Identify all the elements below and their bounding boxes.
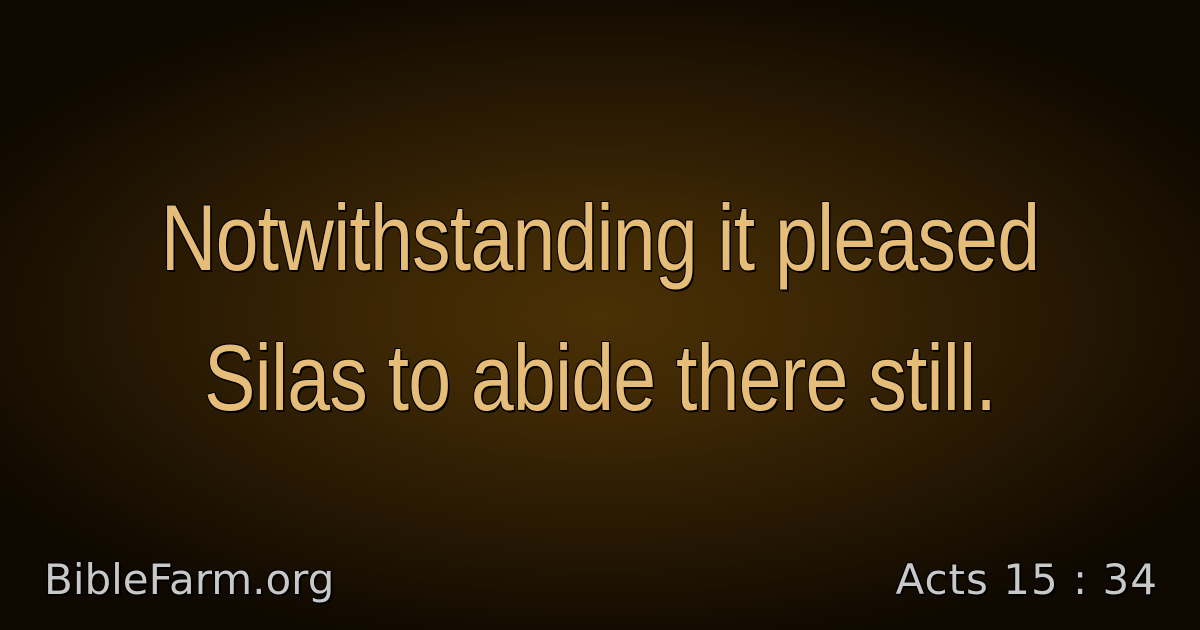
verse-line-2: Silas to abide there still.: [204, 325, 997, 430]
verse-reference: Acts 15 : 34: [895, 555, 1158, 604]
verse-line-1: Notwithstanding it pleased: [160, 185, 1040, 290]
site-name: BibleFarm.org: [44, 555, 335, 604]
verse-text: Notwithstanding it pleased Silas to abid…: [108, 168, 1092, 448]
